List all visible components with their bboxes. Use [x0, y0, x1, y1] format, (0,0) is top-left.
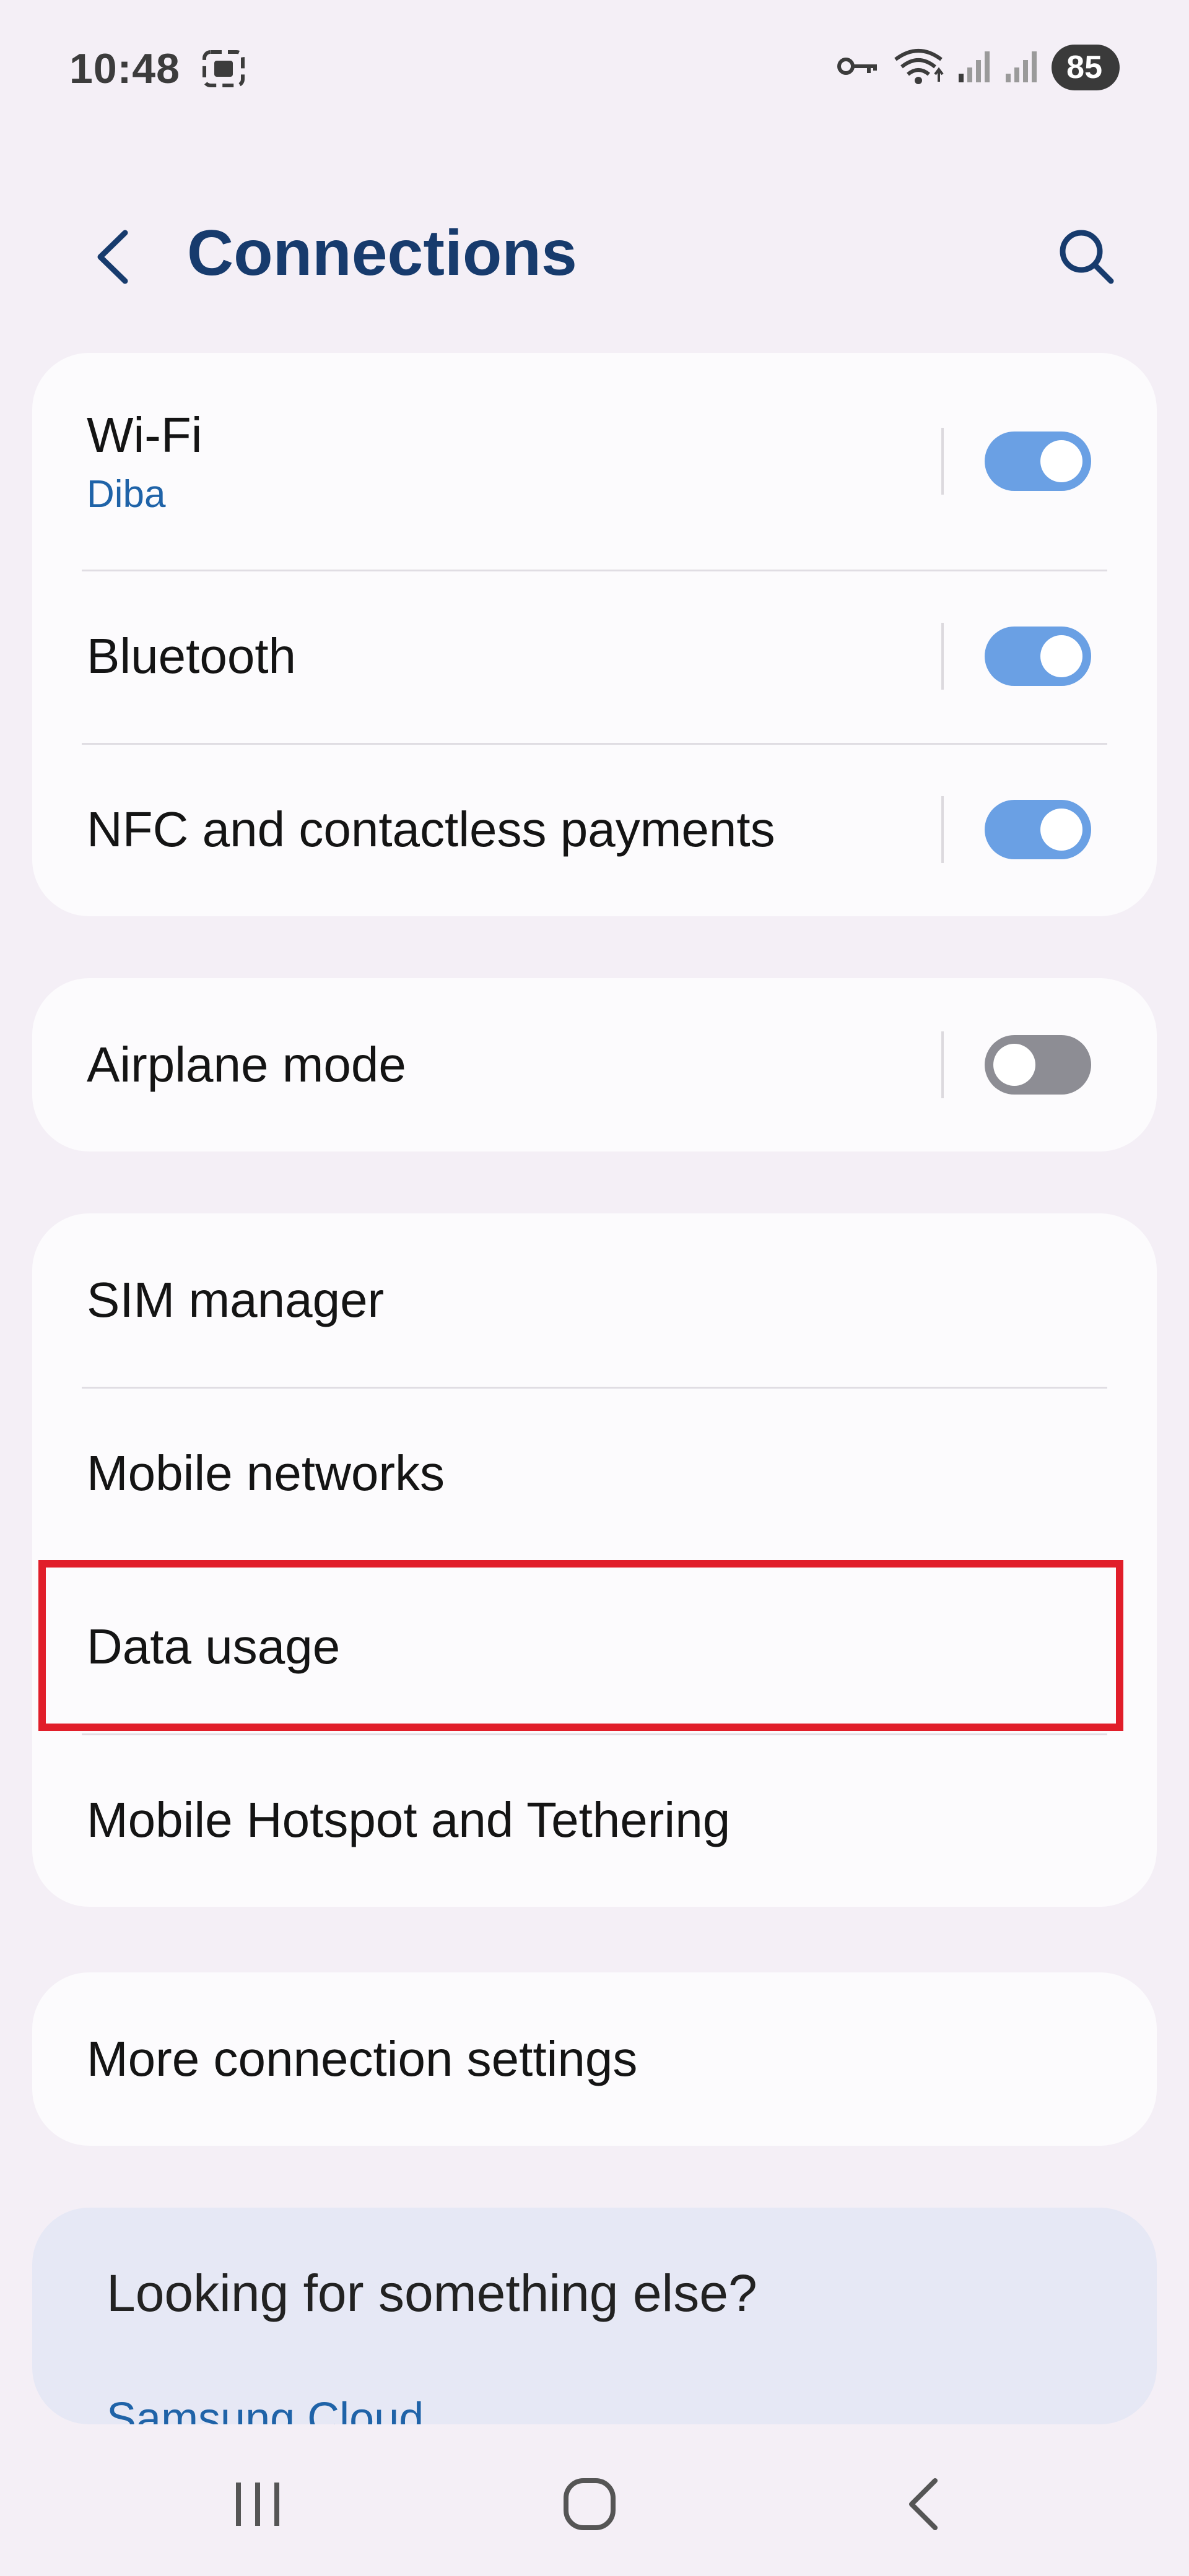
navigation-bar: [0, 2427, 1189, 2576]
suggestions-title: Looking for something else?: [107, 2264, 757, 2322]
divider: [941, 796, 944, 863]
list-item-mobile-hotspot[interactable]: Mobile Hotspot and Tethering: [32, 1733, 1157, 1907]
list-item-airplane-mode[interactable]: Airplane mode: [32, 978, 1157, 1151]
card-airplane: Airplane mode: [32, 978, 1157, 1151]
divider: [941, 428, 944, 495]
signal-1-icon: [957, 49, 991, 87]
home-button[interactable]: [540, 2464, 639, 2544]
highlight-box: [38, 1560, 1123, 1731]
row-label: Wi-Fi: [87, 407, 203, 462]
back-icon: [909, 2478, 938, 2530]
home-icon: [564, 2478, 616, 2530]
recents-icon: [236, 2483, 279, 2526]
status-icons: 85: [836, 45, 1120, 90]
nfc-toggle[interactable]: [985, 800, 1091, 859]
row-label: Bluetooth: [87, 628, 297, 683]
suggestions-card: Looking for something else? Samsung Clou…: [32, 2208, 1157, 2424]
signal-2-icon: [1004, 49, 1038, 87]
row-label: Airplane mode: [87, 1037, 406, 1092]
divider: [941, 1031, 944, 1098]
suggestion-link[interactable]: Samsung Cloud: [107, 2393, 424, 2424]
row-label: More connection settings: [87, 2031, 638, 2086]
list-item-sim-manager[interactable]: SIM manager: [32, 1213, 1157, 1387]
list-item-bluetooth[interactable]: Bluetooth: [32, 570, 1157, 743]
search-icon: [1060, 230, 1114, 284]
search-button[interactable]: [1052, 222, 1120, 290]
list-item-mobile-networks[interactable]: Mobile networks: [32, 1387, 1157, 1560]
row-label: SIM manager: [87, 1272, 385, 1327]
screenshot-icon: [202, 50, 245, 91]
battery-indicator: 85: [1052, 45, 1120, 90]
status-time: 10:48: [69, 45, 180, 92]
row-label: NFC and contactless payments: [87, 802, 775, 857]
list-item-nfc[interactable]: NFC and contactless payments: [32, 743, 1157, 916]
recents-button[interactable]: [208, 2464, 307, 2544]
airplane-mode-toggle[interactable]: [985, 1035, 1091, 1095]
page-title: Connections: [187, 217, 577, 289]
wifi-network-name: Diba: [87, 472, 166, 516]
row-label: Mobile Hotspot and Tethering: [87, 1792, 731, 1847]
vpn-key-icon: [836, 54, 879, 82]
nav-back-button[interactable]: [874, 2464, 973, 2544]
back-button[interactable]: [87, 223, 142, 291]
wifi-toggle[interactable]: [985, 432, 1091, 491]
card-more-settings: More connection settings: [32, 1972, 1157, 2146]
chevron-left-icon: [97, 230, 128, 284]
card-connectivity: Wi-Fi Diba Bluetooth NFC and contactless…: [32, 353, 1157, 916]
row-label: Mobile networks: [87, 1446, 445, 1501]
wifi-icon: [893, 47, 944, 89]
list-item-more-connection-settings[interactable]: More connection settings: [32, 1972, 1157, 2146]
bluetooth-toggle[interactable]: [985, 627, 1091, 686]
list-item-wifi[interactable]: Wi-Fi Diba: [32, 353, 1157, 570]
divider: [941, 623, 944, 690]
